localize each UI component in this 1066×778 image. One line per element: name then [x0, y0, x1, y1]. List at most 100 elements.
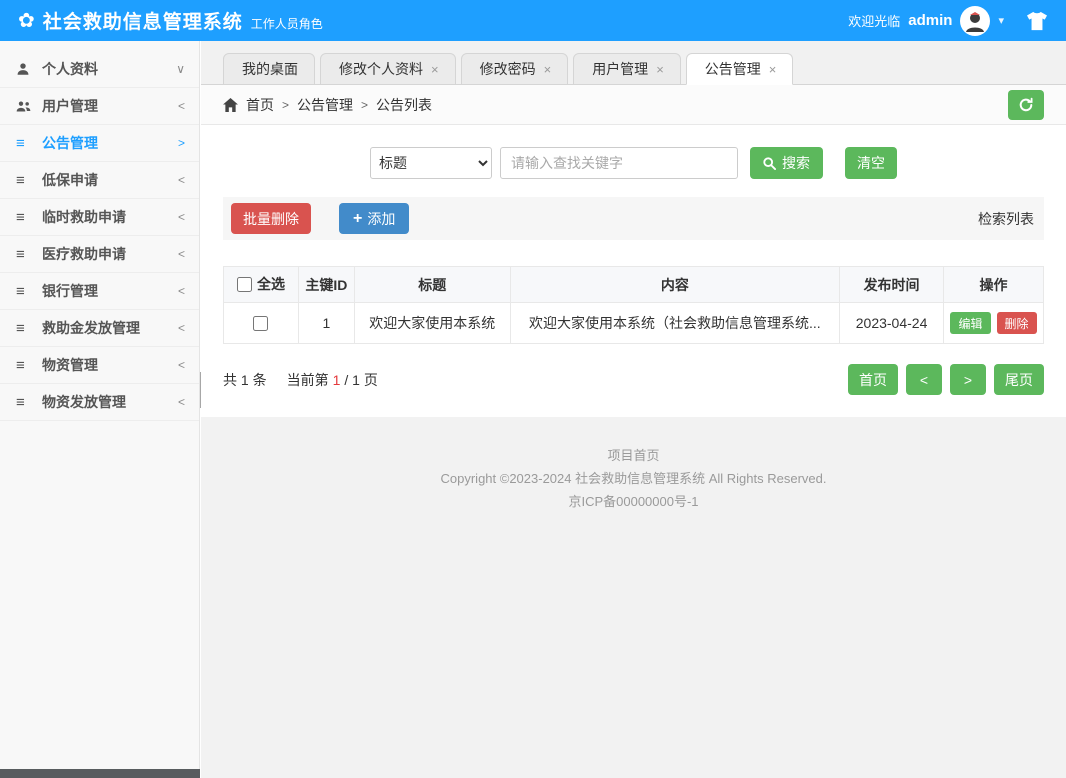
list-icon: ≡	[16, 320, 36, 337]
breadcrumb-separator: >	[361, 98, 368, 112]
sidebar-item-label: 物资管理	[42, 355, 98, 375]
tab-label: 我的桌面	[242, 59, 298, 79]
sidebar-item-users[interactable]: 用户管理 <	[0, 88, 199, 125]
sidebar-item-material-dispatch[interactable]: ≡ 物资发放管理 <	[0, 384, 199, 421]
close-icon[interactable]: ×	[544, 63, 552, 76]
list-icon: ≡	[16, 394, 36, 411]
table-header-row: 全选 主键ID 标题 内容 发布时间 操作	[224, 267, 1044, 303]
search-input[interactable]	[500, 147, 738, 179]
close-icon[interactable]: ×	[769, 63, 777, 76]
tab-edit-profile[interactable]: 修改个人资料 ×	[320, 53, 456, 85]
topbar-right: 欢迎光临 admin ▾	[848, 6, 1048, 36]
tab-announcement-management[interactable]: 公告管理 ×	[686, 53, 794, 85]
footer-icp: 京ICP备00000000号-1	[201, 491, 1066, 513]
sidebar-item-label: 个人资料	[42, 59, 98, 79]
sidebar-item-profile[interactable]: 个人资料 ∨	[0, 51, 199, 88]
tab-my-desktop[interactable]: 我的桌面	[223, 53, 315, 85]
tab-label: 公告管理	[705, 59, 761, 79]
theme-tshirt-icon[interactable]	[1026, 11, 1048, 31]
sidebar-item-announcements[interactable]: ≡ 公告管理 >	[0, 125, 199, 162]
clear-button[interactable]: 清空	[845, 147, 897, 179]
chevron-left-icon: <	[178, 358, 185, 372]
pagination-current-label: 当前第	[287, 370, 329, 390]
sidebar-item-label: 临时救助申请	[42, 207, 126, 227]
search-icon	[763, 157, 776, 170]
select-all-checkbox[interactable]	[237, 277, 252, 292]
tab-user-management[interactable]: 用户管理 ×	[573, 53, 681, 85]
chevron-down-icon: ∨	[176, 62, 185, 76]
list-icon: ≡	[16, 283, 36, 300]
column-header-date: 发布时间	[840, 267, 944, 303]
breadcrumb: 首页 > 公告管理 > 公告列表	[201, 85, 1066, 125]
sidebar-item-aid-fund[interactable]: ≡ 救助金发放管理 <	[0, 310, 199, 347]
breadcrumb-home[interactable]: 首页	[246, 95, 274, 115]
user-icon	[16, 62, 36, 76]
first-page-button[interactable]: 首页	[848, 364, 898, 395]
sidebar-item-materials[interactable]: ≡ 物资管理 <	[0, 347, 199, 384]
search-button[interactable]: 搜索	[750, 147, 823, 179]
chevron-left-icon: <	[178, 210, 185, 224]
sidebar: 个人资料 ∨ 用户管理 < ≡ 公告管理 > ≡ 低保申请 < ≡ 临时救助申请…	[0, 41, 200, 778]
chevron-left-icon: <	[178, 247, 185, 261]
sidebar-item-label: 银行管理	[42, 281, 98, 301]
sidebar-item-label: 医疗救助申请	[42, 244, 126, 264]
avatar-image	[962, 8, 988, 34]
app-title: 社会救助信息管理系统	[43, 7, 243, 34]
topbar: ✿ 社会救助信息管理系统 工作人员角色 欢迎光临 admin ▾	[0, 0, 1066, 41]
sidebar-item-lowincome-apply[interactable]: ≡ 低保申请 <	[0, 162, 199, 199]
sidebar-item-label: 用户管理	[42, 96, 98, 116]
next-page-button[interactable]: >	[950, 364, 986, 395]
batch-delete-button[interactable]: 批量删除	[231, 203, 311, 234]
last-page-button[interactable]: 尾页	[994, 364, 1044, 395]
chevron-left-icon: <	[178, 99, 185, 113]
chevron-left-icon: <	[178, 173, 185, 187]
close-icon[interactable]: ×	[656, 63, 664, 76]
avatar[interactable]	[960, 6, 990, 36]
edit-button[interactable]: 编辑	[950, 312, 990, 334]
breadcrumb-announcement-mgmt[interactable]: 公告管理	[297, 95, 353, 115]
prev-page-button[interactable]: <	[906, 364, 942, 395]
footer-home-link[interactable]: 项目首页	[201, 445, 1066, 467]
main-area: 我的桌面 修改个人资料 × 修改密码 × 用户管理 × 公告管理 ×	[201, 41, 1066, 778]
chevron-left-icon: <	[178, 395, 185, 409]
caret-down-icon[interactable]: ▾	[998, 14, 1004, 27]
breadcrumb-separator: >	[282, 98, 289, 112]
add-button[interactable]: + 添加	[339, 203, 409, 234]
tab-label: 用户管理	[592, 59, 648, 79]
search-field-select[interactable]: 标题	[370, 147, 492, 179]
current-page-number: 1	[333, 372, 341, 388]
row-select-cell	[224, 303, 299, 344]
brand: ✿ 社会救助信息管理系统 工作人员角色	[18, 7, 323, 34]
row-actions-cell: 编辑 删除	[944, 303, 1044, 344]
delete-button[interactable]: 删除	[997, 312, 1037, 334]
refresh-button[interactable]	[1008, 90, 1044, 120]
sidebar-scrollbar[interactable]	[0, 769, 200, 778]
search-button-label: 搜索	[782, 153, 810, 173]
sidebar-item-medical-aid-apply[interactable]: ≡ 医疗救助申请 <	[0, 236, 199, 273]
row-title-cell: 欢迎大家使用本系统	[354, 303, 510, 344]
app-logo-icon: ✿	[18, 11, 35, 31]
pagination: 共 1 条 当前第 1 / 1 页 首页 < > 尾页	[223, 364, 1044, 395]
pagination-buttons: 首页 < > 尾页	[848, 364, 1044, 395]
tab-label: 修改密码	[480, 59, 536, 79]
sidebar-item-label: 公告管理	[42, 133, 98, 153]
list-title: 检索列表	[978, 209, 1036, 229]
username[interactable]: admin	[908, 12, 952, 29]
row-content-cell: 欢迎大家使用本系统（社会救助信息管理系统...	[510, 303, 840, 344]
select-all-header: 全选	[224, 267, 299, 303]
list-icon: ≡	[16, 172, 36, 189]
tab-label: 修改个人资料	[339, 59, 423, 79]
tab-change-password[interactable]: 修改密码 ×	[461, 53, 569, 85]
pagination-total: 共 1 条	[223, 370, 267, 390]
row-checkbox[interactable]	[253, 316, 268, 331]
welcome-text: 欢迎光临	[848, 11, 900, 30]
column-header-title: 标题	[354, 267, 510, 303]
app-window: ✿ 社会救助信息管理系统 工作人员角色 欢迎光临 admin ▾	[0, 0, 1066, 778]
close-icon[interactable]: ×	[431, 63, 439, 76]
select-all-label: 全选	[257, 274, 285, 294]
sidebar-item-temp-aid-apply[interactable]: ≡ 临时救助申请 <	[0, 199, 199, 236]
page-footer: 项目首页 Copyright ©2023-2024 社会救助信息管理系统 All…	[201, 417, 1066, 513]
sidebar-item-bank[interactable]: ≡ 银行管理 <	[0, 273, 199, 310]
chevron-left-icon: <	[178, 284, 185, 298]
home-icon	[223, 98, 238, 112]
